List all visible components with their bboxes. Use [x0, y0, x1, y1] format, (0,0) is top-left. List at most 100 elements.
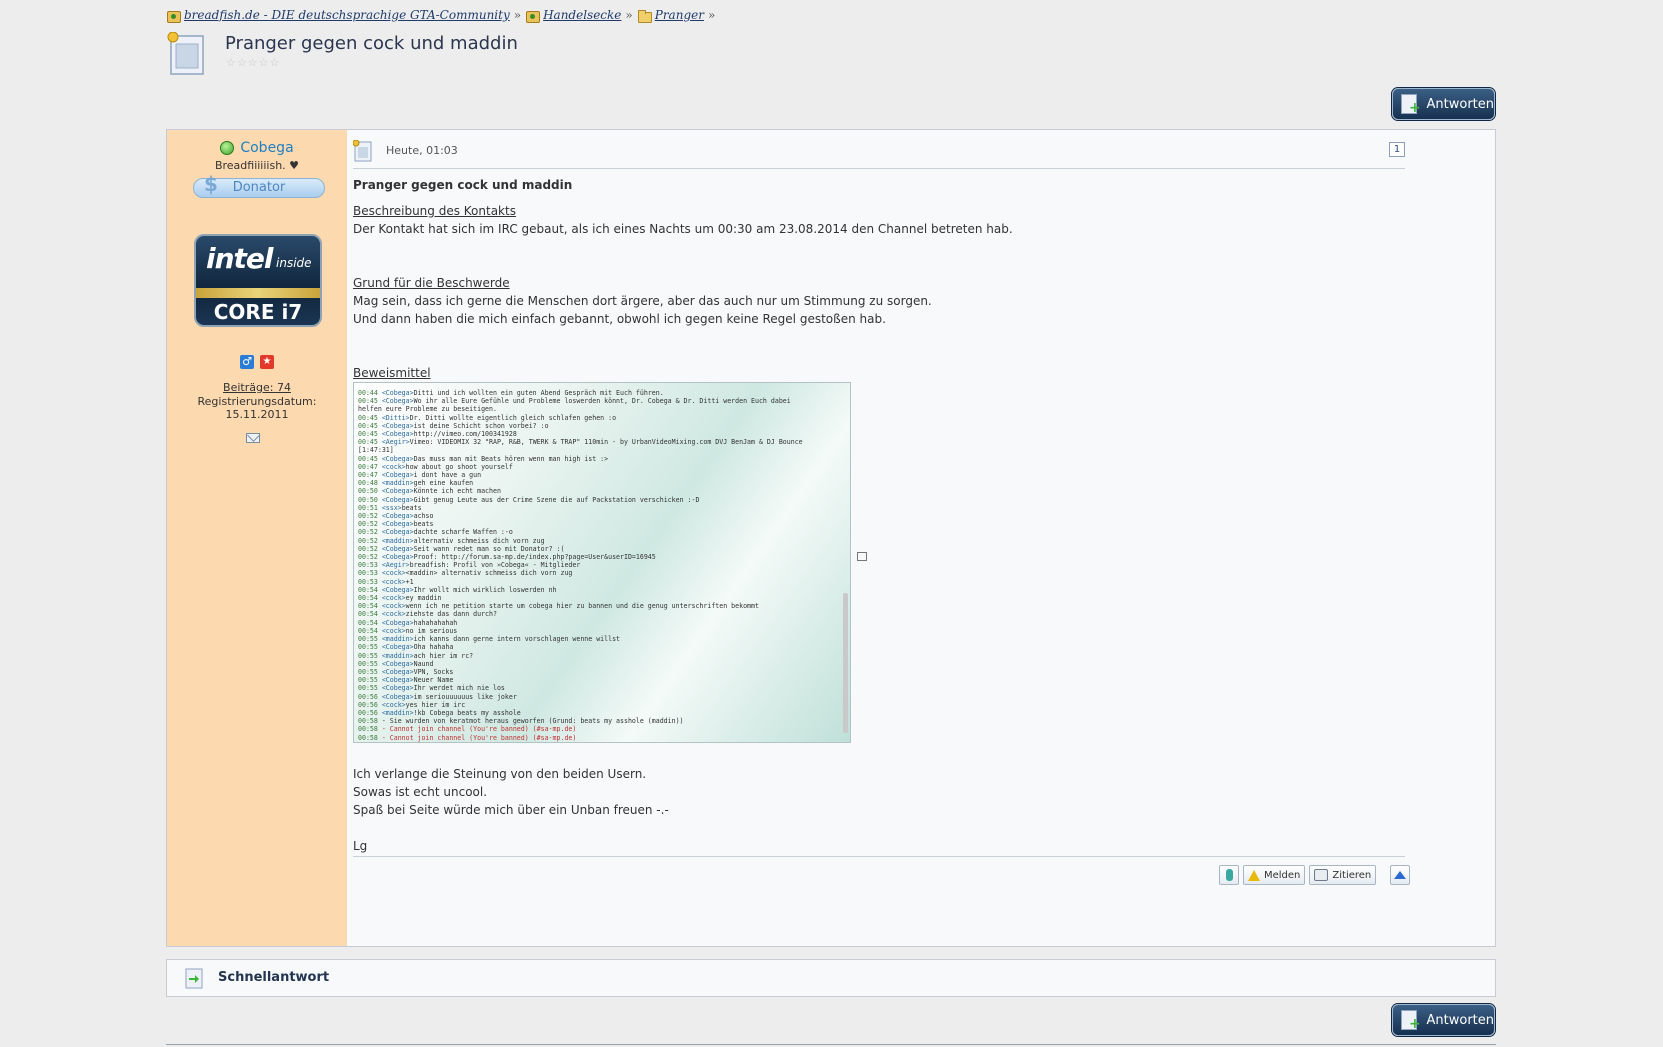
report-button[interactable]: Melden	[1243, 865, 1306, 885]
irc-log-line: 00:54 <Cobega>Ihr wollt mich wirklich lo…	[358, 586, 803, 594]
irc-log-line: 00:45 <Aegir>Vimeo: VIDEOMIX 32 "RAP, R&…	[358, 438, 803, 446]
evidence-screenshot[interactable]: 00:44 <Cobega>Ditti und ich wollten ein …	[353, 382, 851, 743]
thread-rating[interactable]: ☆ ☆ ☆ ☆ ☆	[226, 57, 279, 68]
irc-message: ey maddin	[405, 594, 442, 603]
irc-nick: <Cobega>	[381, 643, 414, 652]
irc-nick: <Cobega>	[381, 512, 414, 521]
avatar-band	[196, 288, 320, 298]
post-action-buttons: Melden Zitieren	[1219, 865, 1411, 885]
breadcrumb-separator: »	[625, 8, 633, 22]
irc-nick: <Cobega>	[381, 397, 414, 406]
irc-log-line: 00:53 <Aegir>breadfish: Profil von »Cobe…	[358, 561, 803, 569]
reply-button-bottom[interactable]: Antworten	[1392, 1004, 1495, 1036]
quick-reply-icon	[185, 968, 203, 989]
irc-log-line: 00:54 <cock>no im serious	[358, 627, 803, 635]
author-posts-link[interactable]: Beiträge: 74	[223, 381, 291, 394]
quote-button[interactable]: Zitieren	[1309, 865, 1377, 885]
section-text-beschreibung: Der Kontakt hat sich im IRC gebaut, als …	[353, 222, 1013, 236]
irc-timestamp: 00:52	[358, 553, 382, 562]
irc-nick: <Cobega>	[381, 684, 414, 693]
page-title: Pranger gegen cock und maddin	[225, 33, 518, 54]
irc-message: Proof: http://forum.sa-mp.de/index.php?p…	[413, 553, 656, 562]
irc-timestamp: 00:58	[358, 733, 382, 742]
breadcrumb: breadfish.de - DIE deutschsprachige GTA-…	[166, 6, 715, 24]
post-heading: Pranger gegen cock und maddin	[353, 178, 573, 192]
irc-timestamp: 00:54	[358, 610, 382, 619]
board-icon	[525, 9, 541, 23]
irc-nick: <Ditti>	[381, 413, 410, 422]
breadcrumb-link-pranger[interactable]: Pranger	[655, 8, 704, 22]
irc-message: - Sie wurden von keratmot heraus geworfe…	[381, 717, 684, 726]
irc-nick: <Cobega>	[381, 585, 414, 594]
irc-message: Das muss man mit Beats hören wenn man hi…	[413, 454, 609, 463]
irc-message: Wo ihr alle Eure Gefühle und Probleme lo…	[413, 397, 791, 406]
irc-message: breadfish: Profil von »Cobega« - Mitglie…	[409, 561, 581, 570]
star-icon[interactable]: ☆	[248, 57, 258, 68]
irc-timestamp: 00:54	[358, 618, 382, 627]
irc-log-line: 00:58 - Cannot join channel (You're bann…	[358, 734, 803, 742]
irc-message: Dr. Ditti wollte eigentlich gleich schla…	[409, 413, 617, 422]
irc-message: Naund	[413, 659, 434, 668]
avatar-inside: inside	[276, 256, 312, 270]
irc-nick: <cock>	[381, 602, 406, 611]
divider	[353, 856, 1405, 857]
irc-log-line: 00:45 <Cobega>Wo ihr alle Eure Gefühle u…	[358, 397, 803, 405]
folder-icon	[637, 9, 652, 23]
irc-timestamp: 00:52	[358, 528, 382, 537]
irc-message: achso	[413, 512, 434, 521]
irc-nick: <cock>	[381, 569, 406, 578]
irc-log-line: 00:58 - Cannot join channel (You're bann…	[358, 725, 803, 733]
irc-message: hahahahahah	[413, 618, 458, 627]
irc-log-line: 00:53 <cock><maddin> alternativ schmeiss…	[358, 569, 803, 577]
thanks-button[interactable]	[1219, 865, 1239, 885]
irc-nick: <maddin>	[381, 708, 414, 717]
irc-nick: <Cobega>	[381, 487, 414, 496]
reply-button-top[interactable]: Antworten	[1392, 88, 1495, 120]
irc-message: [1:47:31]	[358, 446, 394, 455]
quote-label: Zitieren	[1332, 869, 1372, 881]
section-text-grund-1: Mag sein, dass ich gerne die Menschen do…	[353, 294, 932, 308]
irc-log-line: 00:54 <cock>wenn ich ne petition starte …	[358, 602, 803, 610]
irc-message: beats	[413, 520, 434, 529]
irc-nick: <cock>	[381, 577, 406, 586]
author-badges: ♂ ★	[167, 355, 347, 369]
irc-timestamp: 00:47	[358, 462, 382, 471]
breadcrumb-link-handelsecke[interactable]: Handelsecke	[543, 8, 621, 22]
irc-timestamp: 00:45	[358, 421, 382, 430]
expand-image-icon[interactable]	[857, 552, 867, 561]
irc-timestamp: 00:55	[358, 676, 382, 685]
irc-nick: <Cobega>	[381, 520, 414, 529]
closing-line-3: Spaß bei Seite würde mich über ein Unban…	[353, 803, 669, 817]
irc-log-line: 00:55 <Cobega>Naund	[358, 660, 803, 668]
irc-nick: <Cobega>	[381, 667, 414, 676]
irc-log-line: 00:55 <Cobega>Neuer Name	[358, 676, 803, 684]
post-number-link[interactable]: 1	[1389, 142, 1405, 157]
male-gender-icon: ♂	[240, 355, 254, 369]
quick-reply-bar[interactable]: Schnellantwort	[166, 959, 1496, 997]
star-icon[interactable]: ☆	[270, 57, 280, 68]
irc-nick: <Aegir>	[381, 561, 410, 570]
irc-timestamp: 00:53	[358, 569, 382, 578]
irc-timestamp: 00:55	[358, 659, 382, 668]
irc-log-line: 00:58 - Sie wurden von keratmot heraus g…	[358, 717, 803, 725]
irc-timestamp: 00:55	[358, 635, 382, 644]
irc-timestamp: 00:56	[358, 692, 382, 701]
irc-timestamp: 00:54	[358, 585, 382, 594]
online-status-icon	[220, 141, 235, 155]
quick-reply-label: Schnellantwort	[218, 970, 330, 985]
email-icon[interactable]	[246, 433, 260, 443]
author-username[interactable]: Cobega	[240, 140, 293, 156]
irc-nick: <cock>	[381, 594, 406, 603]
new-reply-icon	[1401, 1010, 1420, 1032]
irc-timestamp: 00:55	[358, 684, 382, 693]
star-icon[interactable]: ☆	[226, 57, 236, 68]
go-to-top-button[interactable]	[1390, 865, 1411, 885]
irc-log-line: 00:52 <Cobega>dachte scharfe Waffen :-o	[358, 528, 803, 536]
irc-message: geh eine kaufen	[413, 479, 474, 488]
star-icon[interactable]: ☆	[259, 57, 269, 68]
avatar[interactable]: intel inside CORE i7	[194, 234, 322, 327]
breadcrumb-link-home[interactable]: breadfish.de - DIE deutschsprachige GTA-…	[184, 8, 510, 22]
author-user-title: Breadfiiiiiish. ♥	[214, 159, 300, 172]
star-icon[interactable]: ☆	[237, 57, 247, 68]
irc-log-line: 00:45 <Cobega>http://vimeo.com/100341928	[358, 430, 803, 438]
